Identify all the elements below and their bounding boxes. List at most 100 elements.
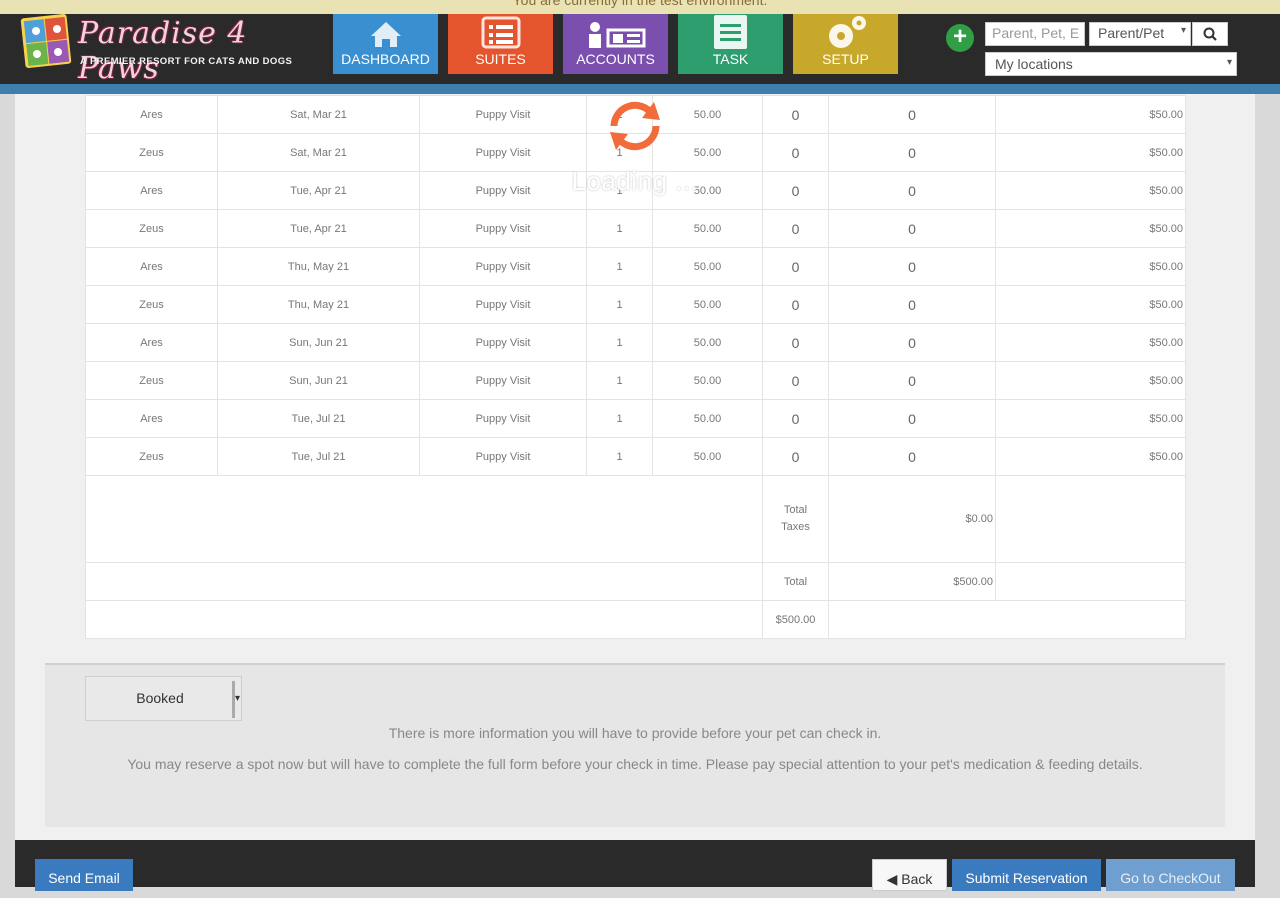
row-total-cell: $50.00 xyxy=(995,95,1186,134)
nav-task-label: TASK xyxy=(712,51,749,67)
submit-reservation-label: Submit Reservation xyxy=(965,870,1088,886)
row-total-cell: $50.00 xyxy=(995,361,1186,400)
app-header: Paradise 4 Paws A PREMIER RESORT FOR CAT… xyxy=(0,14,1280,86)
back-label: Back xyxy=(901,871,933,887)
quantity-cell: 1 xyxy=(586,361,653,400)
discount-cell: 0 xyxy=(828,285,996,324)
quantity-cell: 1 xyxy=(586,209,653,248)
table-row: Zeus Tue, Apr 21 Puppy Visit 1 50.00 0 0 $50.00 xyxy=(85,209,1186,248)
table-row: Ares Tue, Jul 21 Puppy Visit 1 50.00 0 0 $50.00 xyxy=(85,399,1186,438)
add-new-button[interactable]: + xyxy=(946,24,974,52)
row-total-cell: $50.00 xyxy=(995,209,1186,248)
date-cell: Thu, May 21 xyxy=(217,285,420,324)
pet-name-cell: Ares xyxy=(85,399,218,438)
nav-dashboard-label: DASHBOARD xyxy=(341,51,430,67)
discount-cell: 0 xyxy=(828,399,996,438)
caret-down-icon: ▾ xyxy=(234,693,240,704)
search-type-select[interactable]: Parent/Pet ▾ xyxy=(1089,22,1191,46)
plus-icon: + xyxy=(952,23,967,50)
banner-text: You are currently in the test environmen… xyxy=(512,0,768,8)
location-value: My locations xyxy=(995,56,1073,72)
discount-cell: 0 xyxy=(828,361,996,400)
reservation-status-value: Booked xyxy=(136,690,184,706)
empty-cell xyxy=(995,475,1186,563)
adjustment-cell: 0 xyxy=(762,437,829,476)
row-total-cell: $50.00 xyxy=(995,437,1186,476)
location-select[interactable]: My locations ▾ xyxy=(985,52,1237,76)
discount-cell: 0 xyxy=(828,437,996,476)
discount-cell: 0 xyxy=(828,133,996,172)
clipboard-icon xyxy=(714,15,747,49)
refresh-icon xyxy=(610,101,660,151)
total-taxes-label: Total Taxes xyxy=(762,475,829,563)
nav-setup[interactable]: SETUP xyxy=(793,14,898,74)
caret-down-icon: ▾ xyxy=(1180,25,1186,36)
caret-down-icon: ▾ xyxy=(1226,57,1232,68)
list-icon xyxy=(481,16,521,49)
quantity-cell: 1 xyxy=(586,247,653,286)
rate-cell: 50.00 xyxy=(652,247,763,286)
nav-task[interactable]: TASK xyxy=(678,14,783,74)
pet-name-cell: Ares xyxy=(85,323,218,362)
service-cell: Puppy Visit xyxy=(419,285,587,324)
search-type-value: Parent/Pet xyxy=(1098,25,1165,41)
discount-cell: 0 xyxy=(828,209,996,248)
send-email-button[interactable]: Send Email xyxy=(35,859,133,891)
adjustment-cell: 0 xyxy=(762,361,829,400)
adjustment-cell: 0 xyxy=(762,323,829,362)
date-cell: Thu, May 21 xyxy=(217,247,420,286)
nav-suites-label: SUITES xyxy=(475,51,526,67)
service-cell: Puppy Visit xyxy=(419,399,587,438)
nav-suites[interactable]: SUITES xyxy=(448,14,553,74)
row-total-cell: $50.00 xyxy=(995,285,1186,324)
loading-text: Loading ... xyxy=(571,166,699,196)
info-message-1: There is more information you will have … xyxy=(388,725,882,741)
brand-tagline: A PREMIER RESORT FOR CATS AND DOGS xyxy=(80,56,293,67)
arrow-left-circle-icon: ◀ xyxy=(886,871,898,887)
pet-name-cell: Zeus xyxy=(85,285,218,324)
rate-cell: 50.00 xyxy=(652,399,763,438)
rate-cell: 50.00 xyxy=(652,361,763,400)
date-cell: Sat, Mar 21 xyxy=(217,133,420,172)
date-cell: Tue, Apr 21 xyxy=(217,209,420,248)
info-message-2: You may reserve a spot now but will have… xyxy=(127,756,1143,772)
quantity-cell: 1 xyxy=(586,323,653,362)
pet-name-cell: Ares xyxy=(85,171,218,210)
nav-dashboard[interactable]: DASHBOARD xyxy=(333,14,438,74)
brand-logo[interactable]: Paradise 4 Paws A PREMIER RESORT FOR CAT… xyxy=(20,14,295,86)
search-button[interactable] xyxy=(1192,22,1228,46)
empty-cell xyxy=(85,562,763,601)
total-row: Total $500.00 xyxy=(85,562,1186,601)
pet-name-cell: Zeus xyxy=(85,437,218,476)
search-input[interactable]: Parent, Pet, E xyxy=(985,22,1085,46)
adjustment-cell: 0 xyxy=(762,133,829,172)
paws-logo-icon xyxy=(20,14,72,68)
brand-name: Paradise 4 Paws xyxy=(78,16,248,86)
table-row: Ares Thu, May 21 Puppy Visit 1 50.00 0 0 $50.00 xyxy=(85,247,1186,286)
submit-reservation-button[interactable]: Submit Reservation xyxy=(952,859,1101,891)
rate-cell: 50.00 xyxy=(652,285,763,324)
discount-cell: 0 xyxy=(828,323,996,362)
checkout-button[interactable]: Go to CheckOut xyxy=(1106,859,1235,891)
table-row: Zeus Tue, Jul 21 Puppy Visit 1 50.00 0 0 $50.00 xyxy=(85,437,1186,476)
back-button[interactable]: ◀ Back xyxy=(872,859,947,891)
grand-total-value: $500.00 xyxy=(762,600,829,639)
empty-cell xyxy=(85,475,763,563)
reservation-status-select[interactable]: Booked ▾ xyxy=(85,676,242,721)
row-total-cell: $50.00 xyxy=(995,323,1186,362)
row-total-cell: $50.00 xyxy=(995,133,1186,172)
nav-accounts-label: ACCOUNTS xyxy=(576,51,655,67)
date-cell: Tue, Apr 21 xyxy=(217,171,420,210)
send-email-label: Send Email xyxy=(48,870,120,886)
rate-cell: 50.00 xyxy=(652,323,763,362)
discount-cell: 0 xyxy=(828,247,996,286)
row-total-cell: $50.00 xyxy=(995,399,1186,438)
pet-name-cell: Zeus xyxy=(85,361,218,400)
nav-accounts[interactable]: ACCOUNTS xyxy=(563,14,668,74)
pet-name-cell: Ares xyxy=(85,247,218,286)
row-total-cell: $50.00 xyxy=(995,171,1186,210)
gears-icon xyxy=(829,16,866,48)
pet-name-cell: Zeus xyxy=(85,133,218,172)
row-total-cell: $50.00 xyxy=(995,247,1186,286)
total-taxes-value: $0.00 xyxy=(828,475,996,563)
